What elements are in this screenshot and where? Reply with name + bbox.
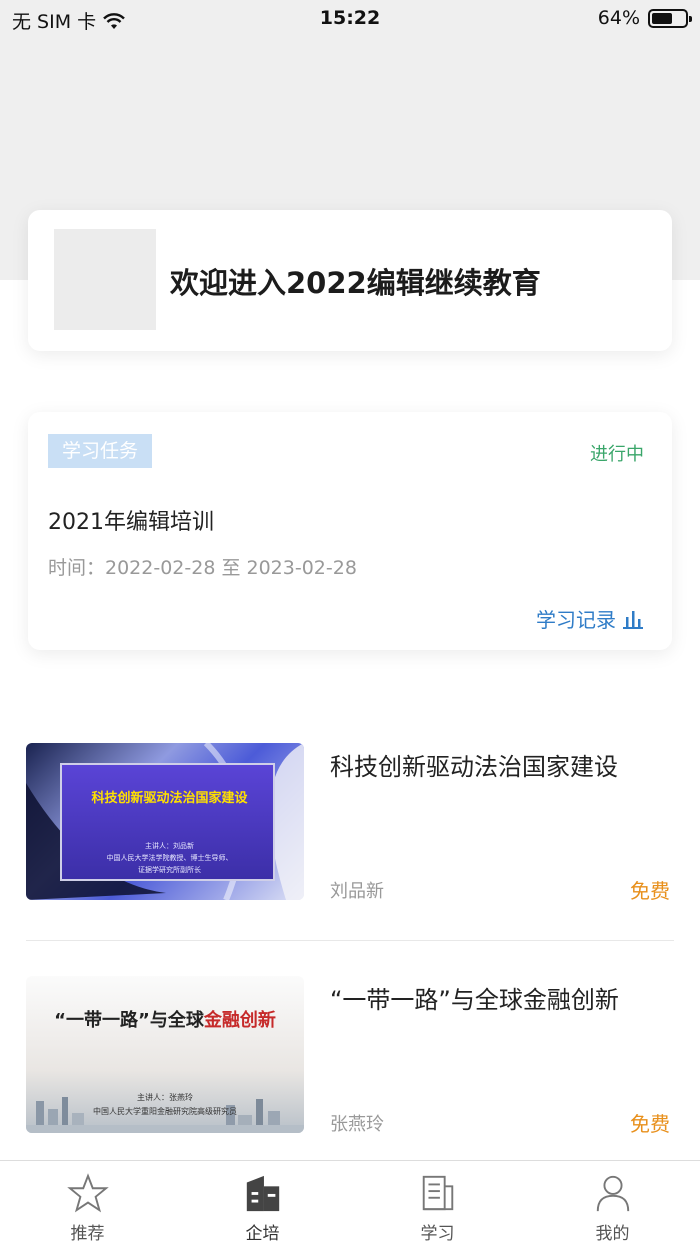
thumbnail-speaker: 主讲人：张燕玲 [137,1093,193,1102]
course-author: 张燕玲 [330,1114,384,1135]
clock: 15:22 [319,7,381,29]
book-icon [422,1175,453,1211]
star-icon [66,1173,109,1213]
nav-label: 推荐 [70,1224,105,1244]
course-thumbnail: 科技创新驱动法治国家建设 主讲人：刘品新 中国人民大学法学院教授、博士生导师、 … [26,743,304,900]
nav-item-study[interactable]: 学习 [350,1161,525,1244]
course-item[interactable]: 科技创新驱动法治国家建设 主讲人：刘品新 中国人民大学法学院教授、博士生导师、 … [26,743,674,903]
thumbnail-title-part2: 金融创新 [203,1010,276,1031]
thumbnail-title: 科技创新驱动法治国家建设 [91,791,248,806]
battery-percent: 64% [597,7,640,29]
thumbnail-title-part1: “一带一路”与全球 [54,1010,204,1031]
study-record-label: 学习记录 [536,608,616,632]
nav-label: 学习 [420,1224,455,1244]
nav-label: 我的 [595,1224,630,1244]
status-right: 64% [597,7,692,29]
task-tag: 学习任务 [48,434,153,468]
list-divider [26,940,674,941]
user-icon [596,1175,629,1212]
bar-chart-icon [623,610,643,629]
battery-icon [648,8,692,28]
study-record-link[interactable]: 学习记录 [536,604,644,633]
thumbnail-title: “一带一路”与全球金融创新 [26,1006,304,1032]
course-author: 刘品新 [330,881,384,902]
task-time: 时间：2022-02-28 至 2023-02-28 [48,557,357,579]
thumbnail-affiliation: 中国人民大学法学院教授、博士生导师、 [106,854,233,862]
thumbnail-panel: 科技创新驱动法治国家建设 主讲人：刘品新 中国人民大学法学院教授、博士生导师、 … [60,763,275,881]
welcome-card[interactable]: 欢迎进入2022编辑继续教育 [28,210,672,351]
course-price: 免费 [630,879,670,903]
nav-label: 企培 [245,1224,280,1244]
nav-item-enterprise[interactable]: 企培 [175,1161,350,1244]
thumbnail-role: 证据学研究所副所长 [138,866,201,874]
course-thumbnail: “一带一路”与全球金融创新 主讲人：张燕玲 中国人民大学重阳金融研究院高级研究员 [26,976,304,1133]
thumbnail-affiliation: 中国人民大学重阳金融研究院高级研究员 [93,1107,237,1116]
status-bar: 无 SIM 卡 15:22 64% [0,0,700,36]
welcome-title: 欢迎进入2022编辑继续教育 [170,266,541,300]
org-logo [54,229,156,330]
task-status: 进行中 [590,444,644,465]
learning-task-card[interactable]: 学习任务 进行中 2021年编辑培训 时间：2022-02-28 至 2023-… [28,412,672,650]
thumbnail-speaker: 主讲人：刘品新 [145,842,194,850]
nav-item-recommend[interactable]: 推荐 [0,1161,175,1244]
battery-fill [652,12,673,24]
course-title: 科技创新驱动法治国家建设 [330,753,618,781]
building-icon [246,1175,279,1212]
nav-item-profile[interactable]: 我的 [525,1161,700,1244]
course-title: “一带一路”与全球金融创新 [330,986,619,1014]
course-item[interactable]: “一带一路”与全球金融创新 主讲人：张燕玲 中国人民大学重阳金融研究院高级研究员… [26,976,674,1136]
task-title: 2021年编辑培训 [48,510,214,535]
course-price: 免费 [630,1112,670,1136]
bottom-nav: 推荐 企培 学习 我的 [0,1160,700,1244]
